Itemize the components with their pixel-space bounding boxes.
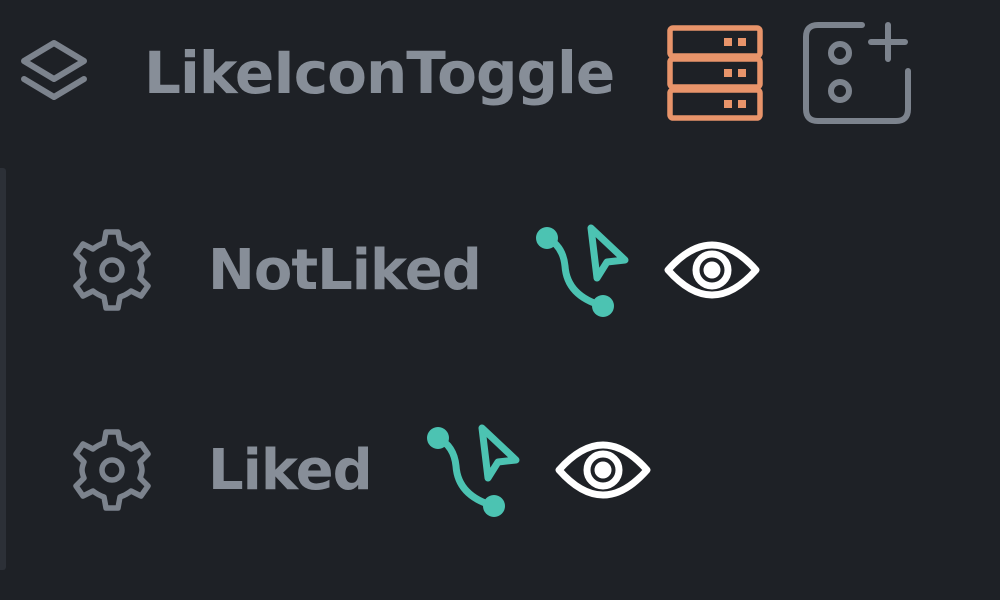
state-row[interactable]: NotLiked bbox=[68, 215, 761, 325]
eye-icon[interactable] bbox=[554, 432, 652, 508]
gear-icon bbox=[68, 426, 156, 514]
tree-indent-guide bbox=[0, 168, 6, 570]
component-tree-panel: LikeIconToggle NotLiked Liked bbox=[0, 0, 1000, 600]
database-icon[interactable] bbox=[666, 23, 764, 123]
state-label: NotLiked bbox=[208, 237, 482, 303]
add-component-icon[interactable] bbox=[800, 19, 912, 127]
layers-icon bbox=[16, 35, 92, 111]
state-row[interactable]: Liked bbox=[68, 415, 652, 525]
eye-icon[interactable] bbox=[663, 232, 761, 308]
interaction-flow-icon[interactable] bbox=[424, 418, 524, 522]
component-title: LikeIconToggle bbox=[144, 39, 615, 107]
gear-icon bbox=[68, 226, 156, 314]
state-label: Liked bbox=[208, 437, 373, 503]
interaction-flow-icon[interactable] bbox=[533, 218, 633, 322]
component-row[interactable]: LikeIconToggle bbox=[16, 18, 912, 128]
